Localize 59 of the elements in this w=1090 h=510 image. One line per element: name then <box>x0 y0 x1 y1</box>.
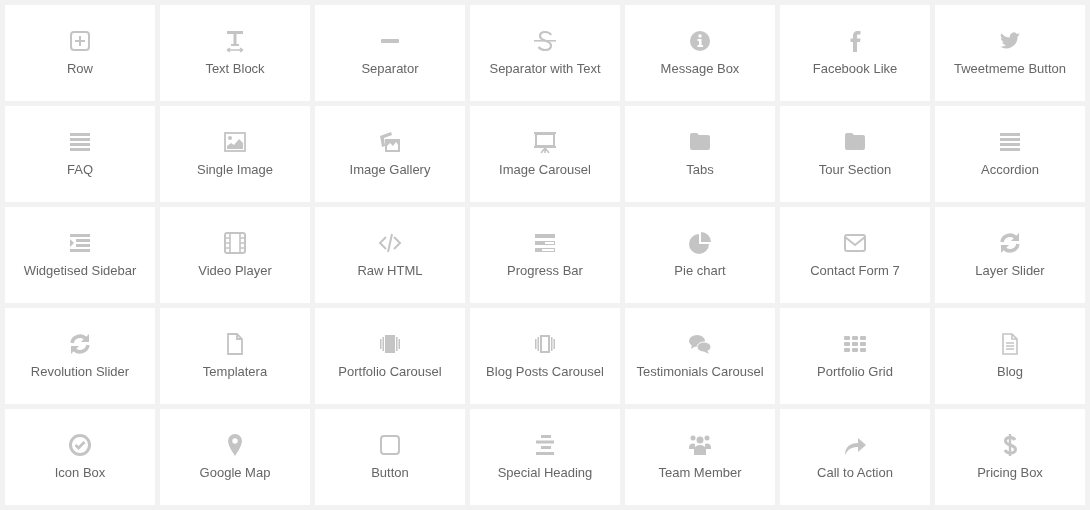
code-icon <box>378 231 402 255</box>
element-tile[interactable]: FAQ <box>5 106 155 202</box>
chat-bubbles-icon <box>688 332 712 356</box>
refresh-icon <box>998 231 1022 255</box>
element-tile[interactable]: Revolution Slider <box>5 308 155 404</box>
element-tile[interactable]: Testimonials Carousel <box>625 308 775 404</box>
carousel-icon <box>533 332 557 356</box>
element-tile[interactable]: Blog <box>935 308 1085 404</box>
group-icon <box>688 433 712 457</box>
element-tile[interactable]: Blog Posts Carousel <box>470 308 620 404</box>
progress-bars-icon <box>533 231 557 255</box>
align-icon <box>533 433 557 457</box>
element-tile[interactable]: Pie chart <box>625 207 775 303</box>
element-tile[interactable]: Separator <box>315 5 465 101</box>
list-icon <box>68 130 92 154</box>
element-tile[interactable]: Pricing Box <box>935 409 1085 505</box>
image-icon <box>223 130 247 154</box>
element-tile[interactable]: Special Heading <box>470 409 620 505</box>
element-tile[interactable]: Accordion <box>935 106 1085 202</box>
element-tile[interactable]: Progress Bar <box>470 207 620 303</box>
info-icon <box>688 29 712 53</box>
list-icon <box>998 130 1022 154</box>
element-tile[interactable]: Contact Form 7 <box>780 207 930 303</box>
element-tile[interactable]: Tour Section <box>780 106 930 202</box>
minus-icon <box>381 39 399 43</box>
element-tile[interactable]: Raw HTML <box>315 207 465 303</box>
element-tile[interactable]: Templatera <box>160 308 310 404</box>
element-tile[interactable]: Row <box>5 5 155 101</box>
element-tile[interactable]: Layer Slider <box>935 207 1085 303</box>
element-tile[interactable]: Icon Box <box>5 409 155 505</box>
easel-icon <box>533 130 557 154</box>
element-tile[interactable]: Single Image <box>160 106 310 202</box>
square-icon <box>378 433 402 457</box>
photos-icon <box>378 130 402 154</box>
carousel-icon <box>378 332 402 356</box>
element-tile[interactable]: Text Block <box>160 5 310 101</box>
element-tile[interactable]: Video Player <box>160 207 310 303</box>
check-circle-icon <box>68 433 92 457</box>
element-tile[interactable]: Portfolio Carousel <box>315 308 465 404</box>
element-tile[interactable]: Team Member <box>625 409 775 505</box>
element-tile[interactable]: Google Map <box>160 409 310 505</box>
refresh-icon <box>68 332 92 356</box>
strikethrough-icon <box>533 29 557 53</box>
element-tile[interactable]: Widgetised Sidebar <box>5 207 155 303</box>
envelope-icon <box>843 231 867 255</box>
element-tile[interactable]: Separator with Text <box>470 5 620 101</box>
element-tile[interactable]: Button <box>315 409 465 505</box>
element-tile[interactable]: Image Gallery <box>315 106 465 202</box>
element-tile[interactable]: Image Carousel <box>470 106 620 202</box>
element-tile[interactable]: Tweetmeme Button <box>935 5 1085 101</box>
pie-chart-icon <box>688 231 712 255</box>
indent-icon <box>68 231 92 255</box>
element-tile[interactable]: Message Box <box>625 5 775 101</box>
element-tile[interactable]: Call to Action <box>780 409 930 505</box>
element-tile[interactable]: Portfolio Grid <box>780 308 930 404</box>
element-tile[interactable]: Tabs <box>625 106 775 202</box>
film-icon <box>223 231 247 255</box>
plus-square-icon <box>68 29 92 53</box>
element-tile[interactable]: Facebook Like <box>780 5 930 101</box>
